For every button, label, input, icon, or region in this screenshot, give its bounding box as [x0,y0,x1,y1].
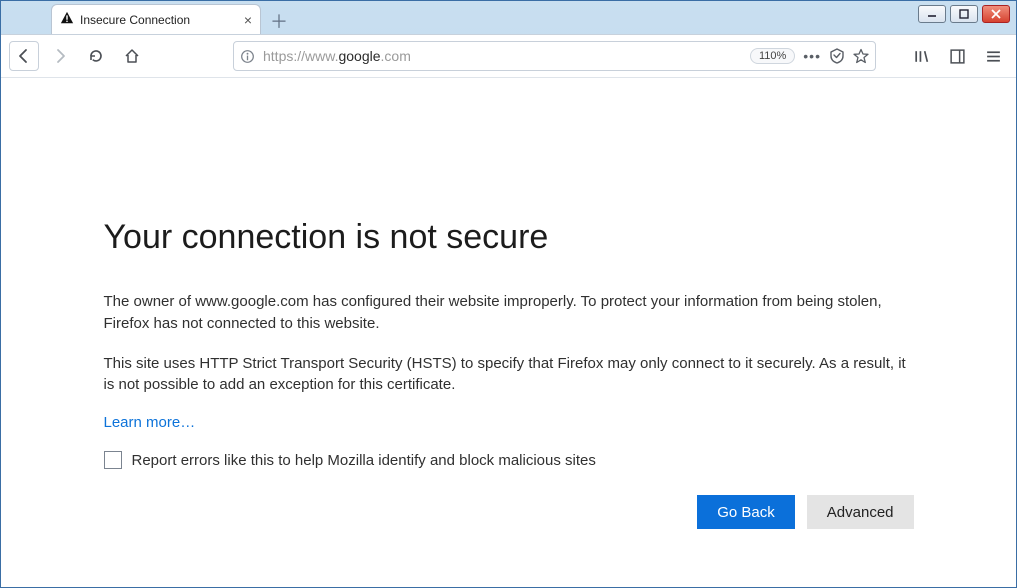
error-heading: Your connection is not secure [104,218,914,257]
go-back-button[interactable]: Go Back [697,495,795,529]
learn-more-link[interactable]: Learn more… [104,414,196,431]
url-host: google [338,48,380,64]
tab-title: Insecure Connection [80,13,190,27]
menu-icon[interactable] [980,43,1006,69]
bookmark-star-icon[interactable] [853,48,869,64]
report-errors-checkbox[interactable] [104,451,122,469]
warning-icon [60,11,74,28]
tab-close-button[interactable]: × [244,13,252,27]
home-button[interactable] [117,41,147,71]
window-controls [918,5,1010,23]
error-paragraph-1: The owner of www.google.com has configur… [104,291,914,335]
url-suffix: .com [381,48,411,64]
window-close-button[interactable] [982,5,1010,23]
url-prefix: https://www. [263,48,338,64]
url-bar[interactable]: https://www.google.com 110% ••• [233,41,876,71]
zoom-indicator[interactable]: 110% [750,48,795,64]
forward-button[interactable] [45,41,75,71]
tab-active[interactable]: Insecure Connection × [51,4,261,34]
error-paragraph-2: This site uses HTTP Strict Transport Sec… [104,353,914,397]
site-info-icon[interactable] [240,49,255,64]
minimize-button[interactable] [918,5,946,23]
page-actions-icon[interactable]: ••• [803,48,821,64]
url-text: https://www.google.com [263,48,742,64]
tab-strip: Insecure Connection × ＋ [51,4,293,34]
advanced-button[interactable]: Advanced [807,495,914,529]
toolbar: https://www.google.com 110% ••• [1,34,1016,78]
new-tab-button[interactable]: ＋ [265,8,293,34]
maximize-button[interactable] [950,5,978,23]
sidebar-icon[interactable] [944,43,970,69]
library-icon[interactable] [908,43,934,69]
page-content: Your connection is not secure The owner … [1,78,1016,587]
report-errors-label: Report errors like this to help Mozilla … [132,452,596,469]
pocket-icon[interactable] [829,48,845,64]
reload-button[interactable] [81,41,111,71]
button-row: Go Back Advanced [104,495,914,529]
report-errors-row: Report errors like this to help Mozilla … [104,451,914,469]
toolbar-right [908,43,1006,69]
error-container: Your connection is not secure The owner … [84,218,934,559]
back-button[interactable] [9,41,39,71]
